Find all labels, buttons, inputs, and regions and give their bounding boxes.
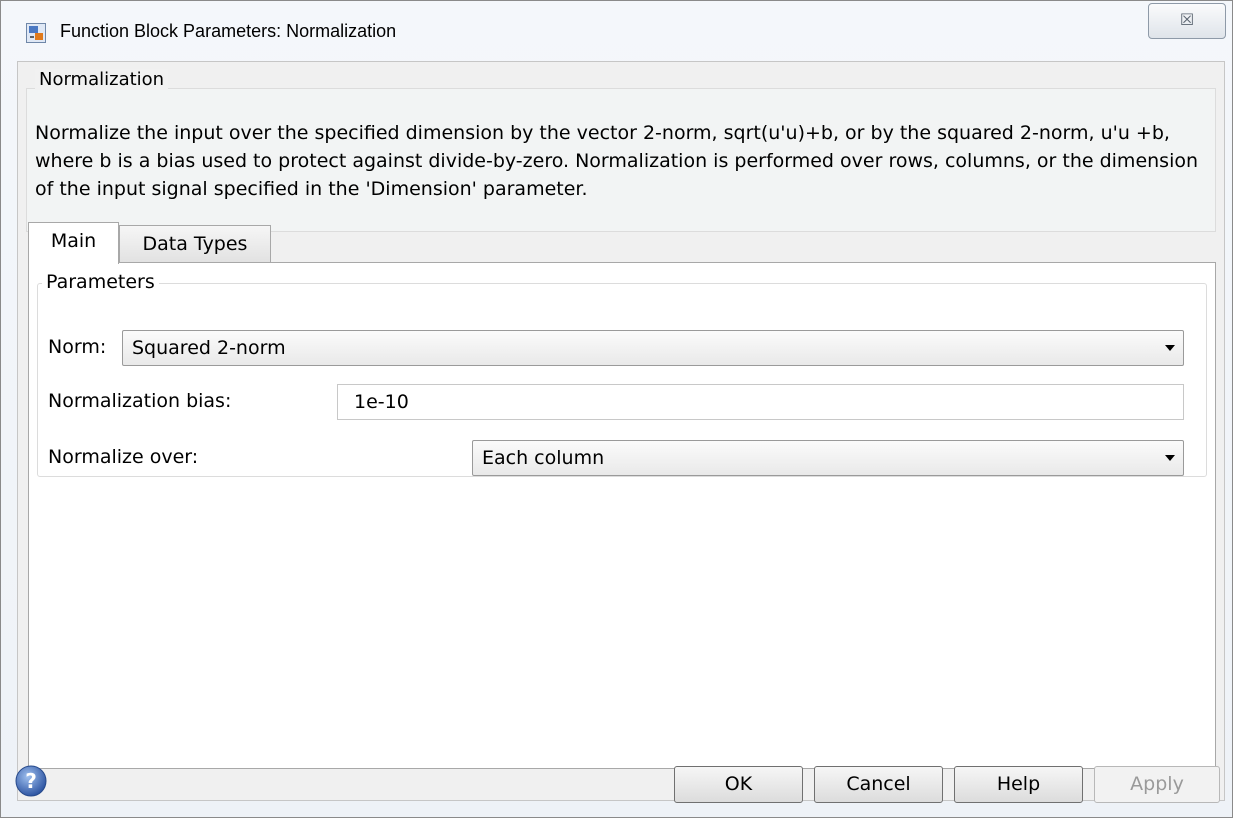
title-bar[interactable]: Function Block Parameters: Normalization… (1, 1, 1232, 61)
tab-data-types[interactable]: Data Types (119, 225, 271, 262)
description-group: Normalize the input over the specified d… (26, 88, 1216, 232)
apply-button[interactable]: Apply (1094, 766, 1220, 803)
chevron-down-icon (1165, 345, 1175, 351)
help-button[interactable]: Help (954, 766, 1083, 803)
tab-main-label: Main (50, 230, 97, 252)
normalize-over-select[interactable]: Each column (472, 440, 1184, 476)
normalization-bias-value: 1e-10 (354, 391, 409, 413)
description-text: Normalize the input over the specified d… (35, 122, 1199, 200)
cancel-button[interactable]: Cancel (814, 766, 943, 803)
parameters-group: Norm: Squared 2-norm Normalization bias:… (37, 283, 1207, 477)
normalization-bias-input[interactable]: 1e-10 (337, 384, 1184, 420)
norm-label: Norm: (48, 336, 107, 358)
normalization-bias-label: Normalization bias: (48, 390, 232, 412)
close-button[interactable]: ☒ (1148, 3, 1226, 39)
main-tab-panel: Norm: Squared 2-norm Normalization bias:… (28, 262, 1216, 769)
window-title: Function Block Parameters: Normalization (60, 21, 397, 41)
ok-button[interactable]: OK (674, 766, 803, 803)
help-question-icon[interactable]: ? (15, 765, 47, 797)
parameters-group-title: Parameters (42, 271, 159, 293)
tab-data-types-label: Data Types (142, 233, 248, 255)
close-icon: ☒ (1179, 10, 1195, 29)
simulink-block-icon (26, 23, 46, 43)
normalize-over-select-value: Each column (482, 447, 605, 469)
norm-select-value: Squared 2-norm (132, 337, 286, 359)
norm-select[interactable]: Squared 2-norm (122, 330, 1184, 366)
chevron-down-icon (1165, 455, 1175, 461)
dialog-window: Function Block Parameters: Normalization… (0, 0, 1233, 818)
tab-main[interactable]: Main (28, 222, 119, 264)
normalize-over-label: Normalize over: (48, 446, 199, 468)
description-group-title: Normalization (35, 69, 169, 90)
svg-text:?: ? (25, 769, 37, 793)
dialog-body: Normalize the input over the specified d… (17, 61, 1225, 801)
